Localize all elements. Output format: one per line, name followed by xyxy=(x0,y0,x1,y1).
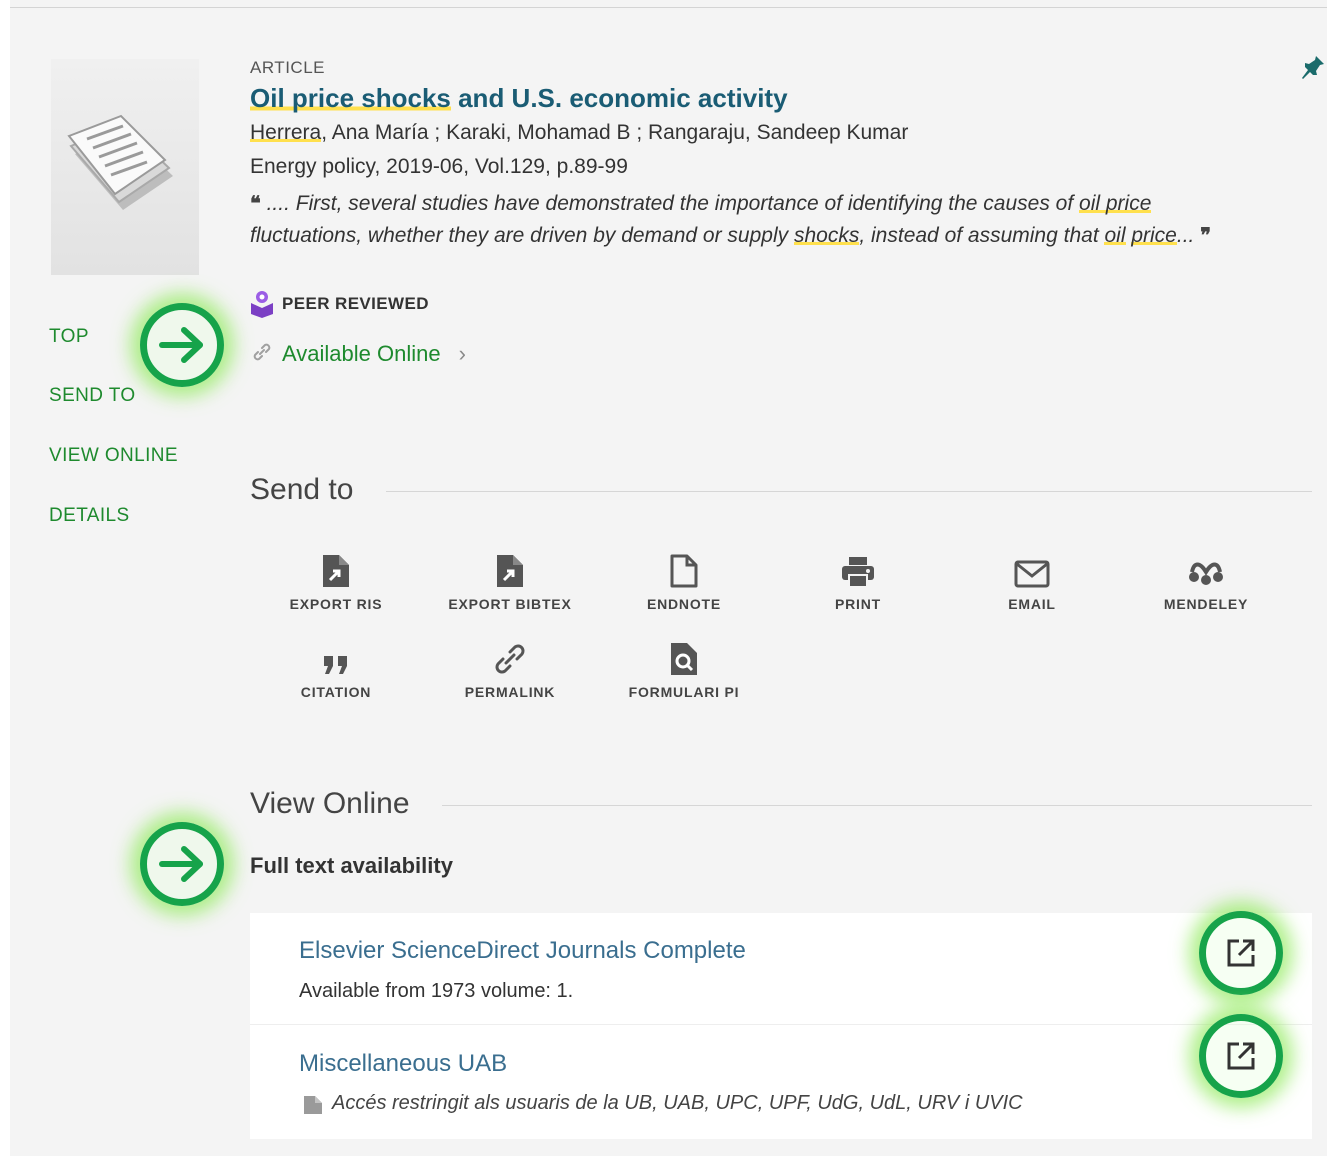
callout-arrow-availability xyxy=(140,303,224,387)
title-rest[interactable]: and U.S. economic activity xyxy=(451,83,787,113)
nav-details[interactable]: DETAILS xyxy=(49,505,130,527)
record-thumbnail xyxy=(51,59,199,275)
action-label[interactable]: EMAIL xyxy=(947,596,1117,612)
service-note: Accés restringit als usuaris de la UB, U… xyxy=(332,1092,1023,1114)
nav-send-to[interactable]: SEND TO xyxy=(49,385,136,407)
export-file-icon xyxy=(323,555,349,587)
record-authors: Herrera, Ana María ; Karaki, Mohamad B ;… xyxy=(250,121,908,145)
snippet-highlight: shocks xyxy=(793,224,860,247)
pin-icon[interactable] xyxy=(1300,52,1326,85)
chevron-right-icon[interactable]: › xyxy=(459,341,466,367)
action-export-ris[interactable]: EXPORT RIS xyxy=(251,548,421,612)
action-label[interactable]: FORMULARI PI xyxy=(599,684,769,700)
service-link-elsevier[interactable]: Elsevier ScienceDirect Journals Complete xyxy=(299,937,746,965)
title-highlight[interactable]: Oil price shocks xyxy=(250,83,451,113)
action-permalink[interactable]: PERMALINK xyxy=(425,636,595,700)
link-icon xyxy=(252,342,272,367)
snippet-highlight: oil xyxy=(1104,224,1126,247)
snippet-highlight: oil price xyxy=(1079,192,1152,215)
action-print[interactable]: PRINT xyxy=(773,548,943,612)
action-endnote[interactable]: ENDNOTE xyxy=(599,548,769,612)
close-quote-icon: ❞ xyxy=(1200,225,1211,247)
view-online-rule xyxy=(442,805,1312,806)
mendeley-icon xyxy=(1189,562,1223,585)
send-to-rule xyxy=(386,491,1312,492)
peer-reviewed-badge: PEER REVIEWED xyxy=(250,290,429,318)
note-document-icon xyxy=(303,1095,323,1120)
snippet-text: .... First, several studies have demonst… xyxy=(260,192,1080,215)
action-label[interactable]: EXPORT RIS xyxy=(251,596,421,612)
action-label[interactable]: ENDNOTE xyxy=(599,596,769,612)
action-label[interactable]: PRINT xyxy=(773,596,943,612)
external-link-button-elsevier[interactable] xyxy=(1199,911,1283,995)
action-email[interactable]: EMAIL xyxy=(947,548,1117,612)
availability-label[interactable]: Available Online xyxy=(282,341,441,367)
service-coverage: Available from 1973 volume: 1. xyxy=(299,980,574,1002)
authors-rest[interactable]: , Ana María ; Karaki, Mohamad B ; Rangar… xyxy=(321,121,908,144)
arrow-right-icon xyxy=(159,846,203,882)
action-export-bibtex[interactable]: EXPORT BIBTEX xyxy=(425,548,595,612)
open-quote-icon: ❝ xyxy=(250,193,261,215)
external-link-button-miscellaneous-uab[interactable] xyxy=(1199,1014,1283,1098)
action-label[interactable]: MENDELEY xyxy=(1121,596,1291,612)
peer-reviewed-label: PEER REVIEWED xyxy=(282,294,429,313)
service-link-miscellaneous-uab[interactable]: Miscellaneous UAB xyxy=(299,1050,507,1078)
author-highlight[interactable]: Herrera xyxy=(250,121,322,144)
envelope-icon xyxy=(1014,560,1050,588)
snippet-highlight: price xyxy=(1131,224,1177,247)
snippet-text: fluctuations, whether they are driven by… xyxy=(250,224,794,247)
record-snippet: ❝ .... First, several studies have demon… xyxy=(250,188,1250,252)
external-link-icon xyxy=(1227,939,1255,967)
article-thumbnail-icon xyxy=(67,114,173,210)
nav-view-online[interactable]: VIEW ONLINE xyxy=(49,445,178,467)
action-label[interactable]: CITATION xyxy=(251,684,421,700)
document-search-icon xyxy=(671,643,697,675)
callout-arrow-full-text xyxy=(140,822,224,906)
snippet-text: , instead of assuming that xyxy=(859,224,1105,247)
action-citation[interactable]: CITATION xyxy=(251,636,421,700)
send-to-heading: Send to xyxy=(250,473,354,506)
record-source: Energy policy, 2019-06, Vol.129, p.89-99 xyxy=(250,155,628,178)
arrow-right-icon xyxy=(159,327,203,363)
snippet-text: ... xyxy=(1176,224,1195,247)
service-divider xyxy=(250,1024,1312,1025)
availability-link[interactable]: Available Online › xyxy=(252,341,466,367)
external-link-icon xyxy=(1227,1042,1255,1070)
action-label[interactable]: PERMALINK xyxy=(425,684,595,700)
view-online-heading: View Online xyxy=(250,787,410,820)
resource-type: ARTICLE xyxy=(250,58,325,77)
peer-reviewed-icon xyxy=(251,291,273,318)
full-text-availability-label: Full text availability xyxy=(250,853,453,878)
record-title[interactable]: Oil price shocks and U.S. economic activ… xyxy=(250,83,788,114)
action-formulari-pi[interactable]: FORMULARI PI xyxy=(599,636,769,700)
top-divider xyxy=(10,7,1327,8)
printer-icon xyxy=(842,557,874,588)
link-icon xyxy=(495,644,525,674)
export-file-icon xyxy=(497,555,523,587)
left-edge xyxy=(0,0,10,1156)
action-label[interactable]: EXPORT BIBTEX xyxy=(425,596,595,612)
action-mendeley[interactable]: MENDELEY xyxy=(1121,548,1291,612)
quote-icon xyxy=(324,656,347,674)
nav-top[interactable]: TOP xyxy=(49,326,89,348)
document-outline-icon xyxy=(670,554,698,588)
